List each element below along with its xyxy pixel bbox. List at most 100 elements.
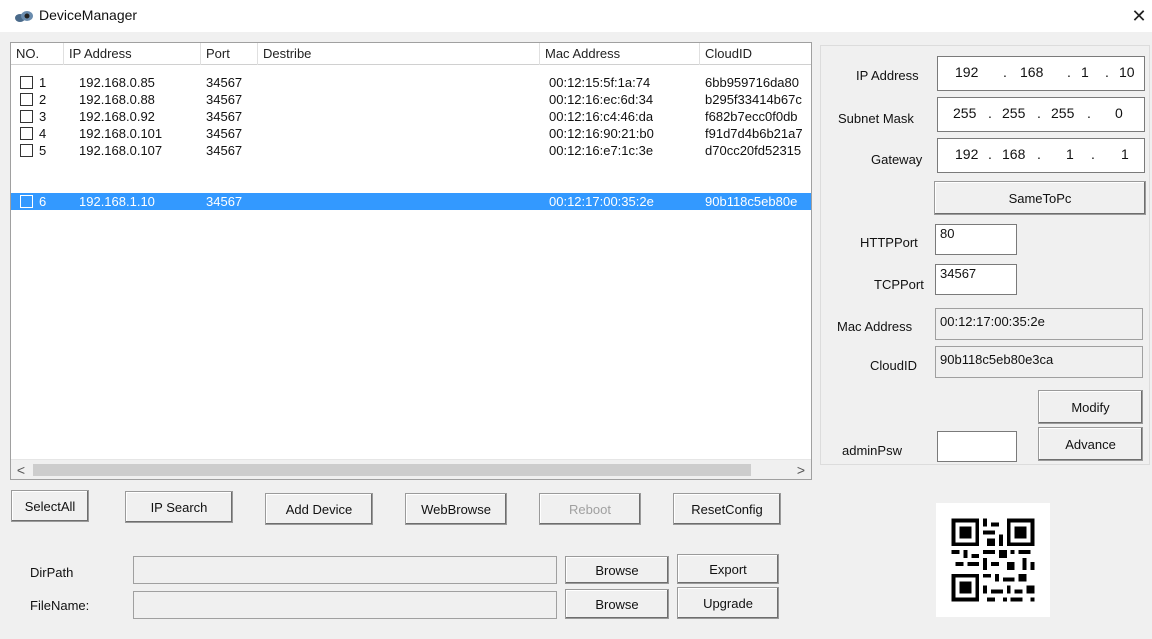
- mac-address-label: Mac Address: [837, 319, 913, 334]
- column-header-describe[interactable]: Destribe: [258, 43, 540, 65]
- subnet-mask-input[interactable]: 255 . 255 . 255 . 0: [937, 97, 1145, 132]
- row-cloudid: 6bb959716da80: [705, 75, 799, 90]
- device-list[interactable]: NO. IP Address Port Destribe Mac Address…: [10, 42, 812, 480]
- column-header-cloudid[interactable]: CloudID: [700, 43, 811, 65]
- row-mac: 00:12:17:00:35:2e: [549, 194, 654, 209]
- http-port-input[interactable]: 80: [935, 224, 1017, 255]
- reset-config-button[interactable]: ResetConfig: [673, 493, 781, 525]
- mac-address-field: 00:12:17:00:35:2e: [935, 308, 1143, 340]
- ip-dot: .: [1067, 64, 1071, 80]
- ip-dot: .: [1003, 64, 1007, 80]
- gateway-input[interactable]: 192 . 168 . 1 . 1: [937, 138, 1145, 173]
- http-port-label: HTTPPort: [860, 235, 918, 250]
- gateway-label: Gateway: [871, 152, 923, 167]
- browse-dir-button[interactable]: Browse: [565, 556, 669, 584]
- gw-octet: 192: [955, 146, 979, 162]
- device-manager-window: DeviceManager ✕ NO. IP Address Port Dest…: [0, 0, 1152, 639]
- dir-path-field[interactable]: [133, 556, 557, 584]
- cloudid-label: CloudID: [870, 358, 917, 373]
- gw-octet: 1: [1066, 146, 1074, 162]
- title-bar: DeviceManager ✕: [0, 0, 1152, 32]
- table-row[interactable]: 3 192.168.0.92 34567 00:12:16:c4:46:da f…: [11, 108, 811, 125]
- row-ip: 192.168.0.88: [79, 92, 155, 107]
- column-header-port[interactable]: Port: [201, 43, 258, 65]
- scroll-thumb[interactable]: [33, 464, 751, 476]
- tcp-port-value: 34567: [940, 266, 977, 281]
- ip-search-button[interactable]: IP Search: [125, 491, 233, 523]
- admin-password-input[interactable]: [937, 431, 1017, 462]
- row-mac: 00:12:16:ec:6d:34: [549, 92, 654, 107]
- row-checkbox[interactable]: [20, 93, 33, 106]
- mask-dot: .: [1037, 105, 1041, 121]
- reboot-button[interactable]: Reboot: [539, 493, 641, 525]
- cloudid-field: 90b118c5eb80e3ca: [935, 346, 1143, 378]
- upgrade-button[interactable]: Upgrade: [677, 587, 779, 619]
- cloudid-value: 90b118c5eb80e3ca: [940, 352, 1054, 367]
- window-title: DeviceManager: [39, 7, 138, 23]
- file-name-field[interactable]: [133, 591, 557, 619]
- qr-code-icon: [936, 503, 1050, 617]
- row-checkbox[interactable]: [20, 76, 33, 89]
- ip-octet: 192: [955, 64, 979, 80]
- app-icon: [15, 11, 33, 22]
- row-ip: 192.168.0.85: [79, 75, 155, 90]
- ip-octet: 168: [1020, 64, 1044, 80]
- export-button[interactable]: Export: [677, 554, 779, 584]
- ip-octet: 10: [1119, 64, 1135, 80]
- row-ip: 192.168.0.107: [79, 143, 163, 158]
- dir-path-label: DirPath: [30, 565, 74, 580]
- row-checkbox[interactable]: [20, 144, 33, 157]
- advance-button[interactable]: Advance: [1038, 427, 1143, 461]
- ip-octet: 1: [1081, 64, 1089, 80]
- row-number: 3: [39, 109, 47, 124]
- row-cloudid: b295f33414b67c: [705, 92, 802, 107]
- tcp-port-label: TCPPort: [874, 277, 924, 292]
- row-checkbox[interactable]: [20, 110, 33, 123]
- gw-octet: 168: [1002, 146, 1026, 162]
- scroll-left-icon[interactable]: <: [11, 460, 31, 480]
- row-port: 34567: [206, 92, 243, 107]
- scroll-right-icon[interactable]: >: [791, 460, 811, 480]
- row-port: 34567: [206, 109, 243, 124]
- row-port: 34567: [206, 194, 243, 209]
- column-header-mac[interactable]: Mac Address: [540, 43, 700, 65]
- table-row[interactable]: 2 192.168.0.88 34567 00:12:16:ec:6d:34 b…: [11, 91, 811, 108]
- browse-file-button[interactable]: Browse: [565, 589, 669, 619]
- modify-button[interactable]: Modify: [1038, 390, 1143, 424]
- table-row-selected[interactable]: 6 192.168.1.10 34567 00:12:17:00:35:2e 9…: [11, 193, 811, 210]
- web-browse-button[interactable]: WebBrowse: [405, 493, 507, 525]
- same-to-pc-button[interactable]: SameToPc: [934, 181, 1146, 215]
- row-ip: 192.168.0.101: [79, 126, 163, 141]
- http-port-value: 80: [940, 226, 955, 241]
- select-all-button[interactable]: SelectAll: [11, 490, 89, 522]
- ip-address-label: IP Address: [856, 68, 919, 83]
- close-icon[interactable]: ✕: [1128, 5, 1150, 27]
- row-number: 5: [39, 143, 47, 158]
- row-port: 34567: [206, 143, 243, 158]
- gw-dot: .: [1037, 146, 1041, 162]
- row-ip: 192.168.0.92: [79, 109, 155, 124]
- add-device-button[interactable]: Add Device: [265, 493, 373, 525]
- row-cloudid: f91d7d4b6b21a7: [705, 126, 803, 141]
- horizontal-scrollbar[interactable]: < >: [11, 459, 811, 479]
- row-checkbox[interactable]: [20, 127, 33, 140]
- gw-dot: .: [1091, 146, 1095, 162]
- tcp-port-input[interactable]: 34567: [935, 264, 1017, 295]
- ip-address-input[interactable]: 192 . 168 . 1 . 10: [937, 56, 1145, 91]
- row-number: 4: [39, 126, 47, 141]
- row-port: 34567: [206, 126, 243, 141]
- column-header-no[interactable]: NO.: [11, 43, 64, 65]
- mask-dot: .: [988, 105, 992, 121]
- mask-octet: 255: [1051, 105, 1075, 121]
- table-row[interactable]: 4 192.168.0.101 34567 00:12:16:90:21:b0 …: [11, 125, 811, 142]
- row-cloudid: 90b118c5eb80e: [705, 194, 798, 209]
- row-checkbox[interactable]: [20, 195, 33, 208]
- list-header: NO. IP Address Port Destribe Mac Address…: [11, 43, 811, 65]
- row-mac: 00:12:16:c4:46:da: [549, 109, 654, 124]
- table-row[interactable]: 1 192.168.0.85 34567 00:12:15:5f:1a:74 6…: [11, 74, 811, 91]
- row-ip: 192.168.1.10: [79, 194, 155, 209]
- column-header-ip[interactable]: IP Address: [64, 43, 201, 65]
- row-number: 1: [39, 75, 47, 90]
- mask-octet: 255: [1002, 105, 1026, 121]
- table-row[interactable]: 5 192.168.0.107 34567 00:12:16:e7:1c:3e …: [11, 142, 811, 159]
